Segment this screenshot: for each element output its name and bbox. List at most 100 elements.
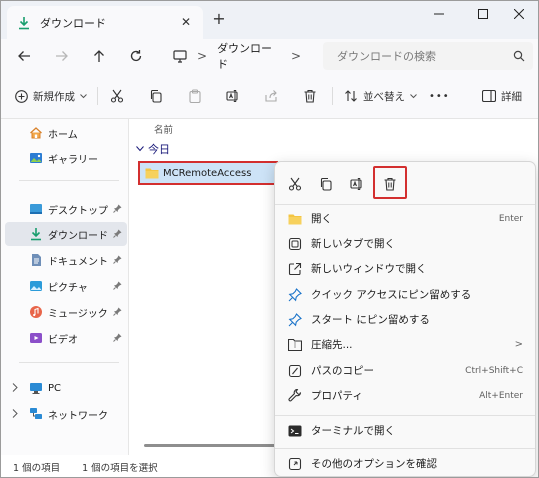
sidebar-item-documents[interactable]: ドキュメント — [5, 248, 127, 272]
search-input[interactable]: ダウンロードの検索 — [323, 42, 533, 70]
sidebar-item-downloads[interactable]: ダウンロード — [5, 222, 127, 246]
search-placeholder: ダウンロードの検索 — [337, 50, 436, 63]
delete-button[interactable] — [303, 87, 317, 105]
sidebar-item-music[interactable]: ミュージック — [5, 300, 127, 324]
more-options-icon — [287, 456, 303, 472]
forward-button[interactable] — [53, 47, 71, 65]
chevron-right-icon: > — [514, 339, 523, 350]
tab-title: ダウンロード — [40, 16, 106, 30]
pin-icon[interactable] — [113, 281, 122, 290]
minimize-button[interactable] — [419, 3, 459, 25]
ctx-open[interactable]: 開く Enter — [279, 206, 533, 231]
pc-icon — [29, 381, 43, 395]
ctx-more-options[interactable]: その他のオプションを確認 — [279, 451, 533, 476]
sidebar-item-label: ダウンロード — [48, 230, 108, 242]
file-item-mcremoteaccess[interactable]: MCRemoteAccess — [138, 161, 278, 185]
gallery-icon — [29, 151, 43, 165]
sort-icon — [344, 89, 358, 103]
open-external-icon — [287, 261, 303, 277]
sidebar-item-pc[interactable]: PC — [5, 376, 127, 400]
ctx-compress[interactable]: 圧縮先... > — [279, 332, 533, 357]
ctx-open-new-window-label: 新しいウィンドウで開く — [311, 263, 427, 275]
ctx-open-new-tab[interactable]: 新しいタブで開く — [279, 231, 533, 256]
back-button[interactable] — [15, 47, 33, 65]
paste-button[interactable] — [188, 87, 202, 105]
sidebar-item-pictures[interactable]: ピクチャ — [5, 274, 127, 298]
ctx-copy-path-label: パスのコピー — [311, 365, 374, 377]
column-header-name[interactable]: 名前 — [154, 122, 173, 136]
copy-icon — [319, 177, 333, 191]
pin-icon[interactable] — [113, 333, 122, 342]
ctx-cut-button[interactable] — [286, 175, 304, 193]
breadcrumb-trail-chevron[interactable]: > — [291, 49, 301, 63]
sidebar-item-label: ホーム — [48, 129, 78, 141]
horizontal-scrollbar[interactable] — [144, 444, 276, 447]
address-bar[interactable]: > ダウンロード > — [161, 40, 311, 72]
music-icon — [29, 305, 43, 319]
network-icon — [29, 407, 43, 421]
cut-button[interactable] — [110, 87, 124, 105]
sidebar-item-label: ミュージック — [48, 308, 108, 320]
tab-close-icon[interactable]: ✕ — [179, 15, 193, 29]
pin-icon[interactable] — [113, 255, 122, 264]
ctx-copy-button[interactable] — [317, 175, 335, 193]
pin-icon[interactable] — [113, 229, 122, 238]
copy-icon — [149, 89, 163, 103]
copy-path-icon — [287, 363, 303, 379]
breadcrumb-separator: > — [197, 49, 208, 63]
ctx-compress-label: 圧縮先... — [311, 339, 353, 351]
rename-button[interactable] — [226, 87, 240, 105]
plus-circle-icon — [15, 89, 28, 103]
new-tab-icon — [287, 236, 303, 252]
wrench-icon — [287, 388, 303, 404]
sidebar-item-network[interactable]: ネットワーク — [5, 402, 127, 426]
refresh-button[interactable] — [127, 47, 145, 65]
maximize-button[interactable] — [463, 3, 503, 25]
ctx-properties-shortcut: Alt+Enter — [479, 390, 523, 401]
chevron-right-icon[interactable] — [12, 409, 18, 418]
close-window-button[interactable] — [499, 3, 538, 25]
pin-icon[interactable] — [113, 204, 122, 213]
selected-count: 1 個の項目を選択 — [82, 463, 158, 474]
ctx-rename-button[interactable] — [348, 175, 366, 193]
pictures-icon — [29, 279, 43, 293]
rename-icon — [226, 89, 240, 103]
ctx-copy-path[interactable]: パスのコピー Ctrl+Shift+C — [279, 358, 533, 383]
ctx-pin-quick-access[interactable]: クイック アクセスにピン留めする — [279, 282, 533, 307]
ctx-open-terminal[interactable]: ターミナルで開く — [279, 418, 533, 443]
sidebar-item-label: PC — [48, 382, 62, 394]
share-button[interactable] — [264, 87, 278, 105]
sort-button[interactable]: 並べ替え — [344, 87, 417, 105]
new-button[interactable]: 新規作成 — [15, 87, 87, 105]
chevron-right-icon[interactable] — [12, 383, 18, 392]
breadcrumb-downloads[interactable]: ダウンロード — [217, 40, 281, 72]
zip-folder-icon — [287, 337, 303, 353]
sidebar-item-home[interactable]: ホーム — [5, 121, 127, 145]
trash-icon — [303, 89, 317, 103]
tab-downloads[interactable]: ダウンロード ✕ — [7, 6, 203, 39]
ctx-open-new-window[interactable]: 新しいウィンドウで開く — [279, 256, 533, 281]
sidebar-item-desktop[interactable]: デスクトップ — [5, 197, 127, 221]
pin-icon[interactable] — [113, 307, 122, 316]
details-button[interactable]: 詳細 — [482, 87, 522, 105]
sidebar-item-videos[interactable]: ビデオ — [5, 326, 127, 350]
group-header-label: 今日 — [148, 143, 170, 156]
sidebar-item-label: デスクトップ — [48, 205, 108, 217]
ctx-pin-start[interactable]: スタート にピン留めする — [279, 307, 533, 332]
ctx-properties[interactable]: プロパティ Alt+Enter — [279, 383, 533, 408]
sidebar-item-label: ギャラリー — [48, 154, 98, 166]
context-menu: 開く Enter 新しいタブで開く 新しいウィンドウで開く クイック アクセスに… — [274, 161, 536, 477]
context-menu-divider — [275, 448, 535, 449]
more-options-button[interactable]: ••• — [429, 87, 450, 105]
chevron-down-icon — [410, 93, 417, 99]
sidebar-item-label: ピクチャ — [48, 282, 88, 294]
ctx-delete-button[interactable] — [381, 175, 399, 193]
new-tab-button[interactable]: + — [211, 11, 227, 27]
command-bar: 新規作成 並べ替え ••• 詳細 — [1, 73, 538, 119]
group-header-today[interactable]: 今日 — [136, 141, 170, 157]
copy-button[interactable] — [149, 87, 163, 105]
ctx-more-options-label: その他のオプションを確認 — [311, 458, 437, 470]
sidebar-item-gallery[interactable]: ギャラリー — [5, 146, 127, 170]
up-button[interactable] — [90, 47, 108, 65]
toolbar-divider — [332, 87, 333, 105]
